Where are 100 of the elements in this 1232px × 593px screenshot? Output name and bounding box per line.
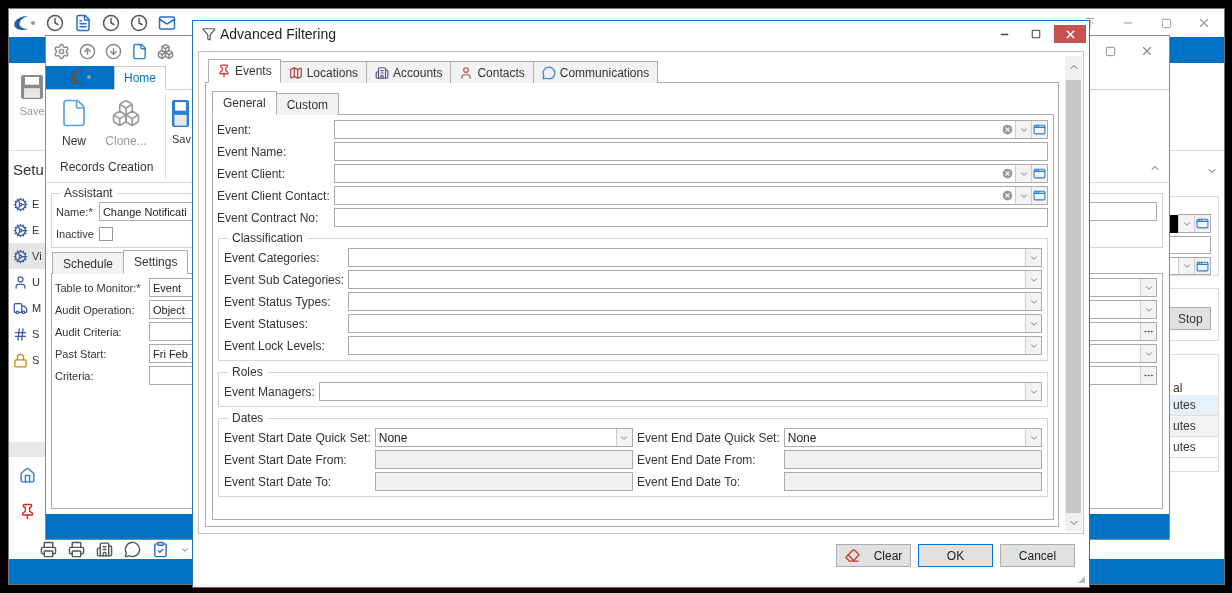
sidebar-item[interactable]: M — [9, 295, 45, 321]
ellipsis-button[interactable] — [1140, 323, 1156, 340]
tab[interactable]: Events — [208, 59, 281, 83]
ribbon-button[interactable]: Sav — [172, 100, 191, 145]
house-icon[interactable] — [19, 466, 36, 484]
clock-icon[interactable] — [46, 14, 64, 32]
dropdown-field[interactable] — [348, 336, 1042, 355]
field-label: Audit Criteria: — [55, 325, 123, 338]
dropdown-button[interactable] — [1025, 271, 1041, 288]
browse-button[interactable] — [1031, 187, 1047, 204]
sidebar-item[interactable]: Vi — [9, 243, 45, 269]
dropdown-button[interactable] — [1140, 279, 1156, 296]
dropdown-field[interactable] — [348, 314, 1042, 333]
group-title: Assistant — [63, 186, 114, 200]
input-field[interactable] — [333, 208, 1048, 227]
clear-icon[interactable] — [1000, 189, 1014, 202]
gear-icon[interactable] — [53, 42, 70, 60]
logo-icon — [68, 70, 92, 85]
scrollbar[interactable] — [1065, 56, 1082, 531]
dropdown-button[interactable] — [1025, 249, 1041, 266]
dropdown-button[interactable] — [1140, 345, 1156, 362]
arrow-up-icon[interactable] — [79, 42, 96, 60]
dropdown-button[interactable] — [1025, 429, 1041, 446]
browse-button[interactable] — [1194, 215, 1210, 232]
logo-tab[interactable] — [46, 66, 114, 89]
dropdown-button[interactable] — [1178, 258, 1194, 274]
stop-button[interactable]: Stop — [1169, 307, 1211, 330]
clear-icon[interactable] — [1000, 167, 1014, 180]
printer-icon[interactable] — [68, 541, 85, 558]
gear-icon — [13, 196, 28, 212]
dropdown-button[interactable] — [1015, 165, 1031, 182]
dropdown-button[interactable] — [1140, 301, 1156, 318]
page-icon[interactable] — [131, 42, 148, 60]
mail-icon[interactable] — [158, 14, 176, 32]
printer-icon[interactable] — [40, 541, 57, 558]
input-field[interactable] — [1169, 236, 1211, 254]
field-label: Past Start: — [55, 347, 108, 360]
lookup-field[interactable] — [333, 186, 1048, 205]
separator-band — [9, 442, 45, 457]
tab[interactable]: Contacts — [450, 61, 534, 83]
sidebar-item[interactable]: E — [9, 217, 45, 243]
input-field[interactable] — [333, 142, 1048, 161]
browse-button[interactable] — [1194, 258, 1210, 274]
dropdown-field[interactable] — [348, 292, 1042, 311]
tab[interactable]: Custom — [275, 93, 340, 115]
sidebar-item[interactable]: U — [9, 269, 45, 295]
document-icon[interactable] — [74, 14, 92, 32]
cubes-icon[interactable] — [157, 42, 174, 60]
browse-button[interactable] — [1031, 165, 1047, 182]
clock-icon[interactable] — [130, 14, 148, 32]
dropdown-button[interactable] — [1015, 187, 1031, 204]
tab[interactable]: Locations — [279, 61, 368, 83]
sidebar-item[interactable]: S — [9, 347, 45, 373]
dropdown-field[interactable] — [1169, 257, 1211, 275]
field-label: Event Sub Categories: — [224, 272, 345, 287]
clock-icon[interactable] — [102, 14, 120, 32]
dialog-button[interactable]: Cancel — [1000, 544, 1075, 567]
dropdown-button[interactable] — [1025, 293, 1041, 310]
dropdown-button[interactable] — [1025, 337, 1041, 354]
maximize-icon[interactable] — [1031, 29, 1041, 39]
dropdown-button[interactable] — [616, 429, 632, 446]
tab[interactable]: Settings — [123, 250, 189, 274]
close-button[interactable] — [1054, 25, 1086, 43]
ellipsis-button[interactable] — [1140, 367, 1156, 384]
lookup-field[interactable] — [333, 164, 1048, 183]
clear-icon[interactable] — [1000, 123, 1014, 136]
pin-icon[interactable] — [19, 502, 36, 520]
close-icon[interactable] — [1197, 16, 1211, 30]
dropdown-field[interactable]: None — [374, 428, 633, 447]
tab[interactable]: General — [212, 91, 277, 115]
field-label: Event Client Contact: — [217, 188, 330, 203]
lookup-field[interactable] — [333, 120, 1048, 139]
resize-grip-icon[interactable] — [1077, 575, 1086, 584]
sidebar-item[interactable]: S — [9, 321, 45, 347]
checklist-icon[interactable] — [152, 541, 169, 558]
dropdown-button[interactable] — [1025, 315, 1041, 332]
close-icon[interactable] — [1140, 44, 1154, 58]
dropdown-button[interactable] — [1015, 121, 1031, 138]
dialog-button[interactable]: OK — [918, 544, 993, 567]
tab[interactable]: Accounts — [366, 61, 452, 83]
dropdown-field[interactable] — [318, 382, 1042, 401]
field-label: Audit Operation: — [55, 303, 136, 316]
tab[interactable]: Schedule — [52, 252, 125, 274]
dialog-button[interactable]: Clear — [836, 544, 911, 567]
scroll-thumb[interactable] — [1066, 80, 1081, 513]
dropdown-field[interactable] — [348, 270, 1042, 289]
chat-icon[interactable] — [124, 541, 141, 558]
checkbox[interactable] — [98, 226, 113, 241]
ribbon-button[interactable]: New — [56, 98, 92, 148]
browse-button[interactable] — [1031, 121, 1047, 138]
arrow-down-icon[interactable] — [105, 42, 122, 60]
tab[interactable]: Communications — [532, 61, 659, 83]
dropdown-button[interactable] — [1178, 215, 1194, 232]
dropdown-button[interactable] — [1025, 383, 1041, 400]
ribbon-tab[interactable]: Home — [114, 66, 166, 90]
sidebar-item[interactable]: E — [9, 191, 45, 217]
dropdown-field[interactable] — [348, 248, 1042, 267]
dropdown-field[interactable]: None — [783, 428, 1042, 447]
floppy-icon — [21, 75, 43, 99]
building-icon[interactable] — [96, 541, 113, 558]
